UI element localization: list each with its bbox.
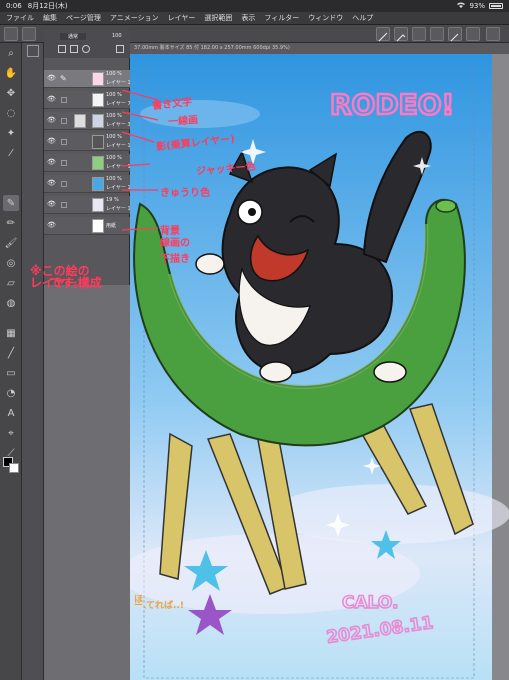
note-text: です。 xyxy=(50,276,85,290)
artwork-title-text: RODEO! xyxy=(330,88,454,121)
balloon-icon[interactable]: ◔ xyxy=(3,385,19,401)
layer-thumbnail xyxy=(92,156,104,170)
layer-checkbox[interactable] xyxy=(61,97,67,103)
sub-color-swatch[interactable] xyxy=(9,463,19,473)
layer-panel-header: 通常 100 xyxy=(44,30,130,58)
blend-mode-select[interactable]: 通常 xyxy=(60,33,87,40)
eye-icon[interactable]: 👁 xyxy=(47,222,56,229)
menu-page[interactable]: ページ管理 xyxy=(66,13,101,23)
panel-toggle-button[interactable] xyxy=(486,27,500,41)
pen-snap-button[interactable] xyxy=(394,27,408,42)
layer-checkbox[interactable] xyxy=(61,118,67,124)
menu-icon[interactable] xyxy=(22,27,36,41)
line-icon[interactable]: ╱ xyxy=(3,345,19,361)
eye-icon[interactable]: 👁 xyxy=(47,96,56,103)
opacity-value[interactable]: 100 xyxy=(112,33,122,39)
battery-icon xyxy=(489,3,503,9)
fill-icon[interactable]: ◍ xyxy=(3,295,19,311)
magic-wand-icon[interactable]: ✦ xyxy=(3,125,19,141)
delete-layer-icon[interactable] xyxy=(116,45,124,53)
correction-icon[interactable]: ⌖ xyxy=(3,425,19,441)
eye-icon[interactable]: 👁 xyxy=(47,180,56,187)
layer-thumbnail xyxy=(92,135,104,149)
menu-layer[interactable]: レイヤー xyxy=(168,13,196,23)
menu-edit[interactable]: 編集 xyxy=(43,13,57,23)
gradient-icon[interactable]: ▦ xyxy=(3,325,19,341)
note-text: てれば..! xyxy=(146,601,184,611)
move-icon[interactable]: ✥ xyxy=(3,85,19,101)
brush-icon[interactable]: 🖌 xyxy=(3,235,19,251)
new-folder-icon[interactable] xyxy=(70,45,78,53)
pencil-icon[interactable]: ✏ xyxy=(3,215,19,231)
mask-icon[interactable] xyxy=(82,45,90,53)
lasso-icon[interactable]: ◌ xyxy=(3,105,19,121)
menu-animation[interactable]: アニメーション xyxy=(110,13,159,23)
status-time: 0:06 xyxy=(6,2,22,10)
layer-thumbnail xyxy=(92,114,104,128)
layer-opacity: 100 % xyxy=(106,71,122,77)
panel-empty-area xyxy=(44,285,130,680)
canvas-info: 37.00mm 製本サイズ 85 付 182.00 x 257.00mm 600… xyxy=(130,43,509,54)
layer-checkbox[interactable] xyxy=(61,139,67,145)
eye-icon[interactable]: 👁 xyxy=(47,117,56,124)
status-date: 8月12日(木) xyxy=(27,2,68,10)
menu-help[interactable]: ヘルプ xyxy=(352,13,373,23)
note-text: 一線画 xyxy=(167,114,199,129)
eye-icon[interactable]: 👁 xyxy=(47,75,56,82)
menu-file[interactable]: ファイル xyxy=(6,13,34,23)
airbrush-icon[interactable]: ◎ xyxy=(3,255,19,271)
layer-mask-thumbnail xyxy=(74,114,86,128)
home-icon[interactable] xyxy=(4,27,18,41)
layer-thumbnail xyxy=(92,219,104,233)
battery-level: 93% xyxy=(469,2,485,10)
layer-thumbnail xyxy=(92,72,104,86)
layer-row[interactable]: 👁 ✎ 100 % レイヤー 17 xyxy=(44,70,134,88)
zoom-icon[interactable]: ⌕ xyxy=(3,45,19,61)
new-layer-icon[interactable] xyxy=(58,45,66,53)
edit-button[interactable] xyxy=(448,27,462,42)
ios-status-bar: 0:06 8月12日(木) 93% xyxy=(0,0,509,12)
tool-palette: ⌕ ✋ ✥ ◌ ✦ ⁄ ✎ ✏ 🖌 ◎ ▱ ◍ ▦ ╱ ▭ ◔ A ⌖ ⟋ xyxy=(0,43,22,680)
eye-icon[interactable]: 👁 xyxy=(47,138,56,145)
eraser-icon[interactable]: ▱ xyxy=(3,275,19,291)
menu-bar: ファイル 編集 ページ管理 アニメーション レイヤー 選択範囲 表示 フィルター… xyxy=(0,12,509,25)
layer-thumbnail xyxy=(92,198,104,212)
note-text: きゅうり色 xyxy=(160,188,210,199)
grid-snap-button[interactable] xyxy=(430,27,444,41)
layer-thumbnail xyxy=(92,93,104,107)
menu-selection[interactable]: 選択範囲 xyxy=(204,13,232,23)
layout-button[interactable] xyxy=(466,27,480,41)
menu-filter[interactable]: フィルター xyxy=(264,13,299,23)
special-ruler-button[interactable] xyxy=(412,27,426,41)
eye-icon[interactable]: 👁 xyxy=(47,201,56,208)
layer-checkbox[interactable] xyxy=(61,181,67,187)
layer-checkbox[interactable] xyxy=(61,202,67,208)
sub-tool-strip xyxy=(22,43,44,680)
layer-name: 用紙 xyxy=(106,223,117,229)
layer-checkbox[interactable] xyxy=(61,160,67,166)
eye-icon[interactable]: 👁 xyxy=(47,159,56,166)
sub-tool-icon[interactable] xyxy=(27,45,39,57)
menu-window[interactable]: ウィンドウ xyxy=(308,13,343,23)
frame-icon[interactable]: ▭ xyxy=(3,365,19,381)
ruler-snap-button[interactable] xyxy=(376,27,390,42)
pen-icon: ✎ xyxy=(60,74,67,83)
pen-icon[interactable]: ✎ xyxy=(3,195,19,211)
hand-icon[interactable]: ✋ xyxy=(3,65,19,81)
arrow-lines xyxy=(121,90,159,231)
layer-thumbnail xyxy=(92,177,104,191)
wifi-icon xyxy=(457,2,466,10)
signature-text: CALO. xyxy=(342,593,398,613)
layer-opacity: 19 % xyxy=(106,197,119,203)
menu-view[interactable]: 表示 xyxy=(241,13,255,23)
eyedropper-icon[interactable]: ⁄ xyxy=(3,145,19,161)
text-icon[interactable]: A xyxy=(3,405,19,421)
